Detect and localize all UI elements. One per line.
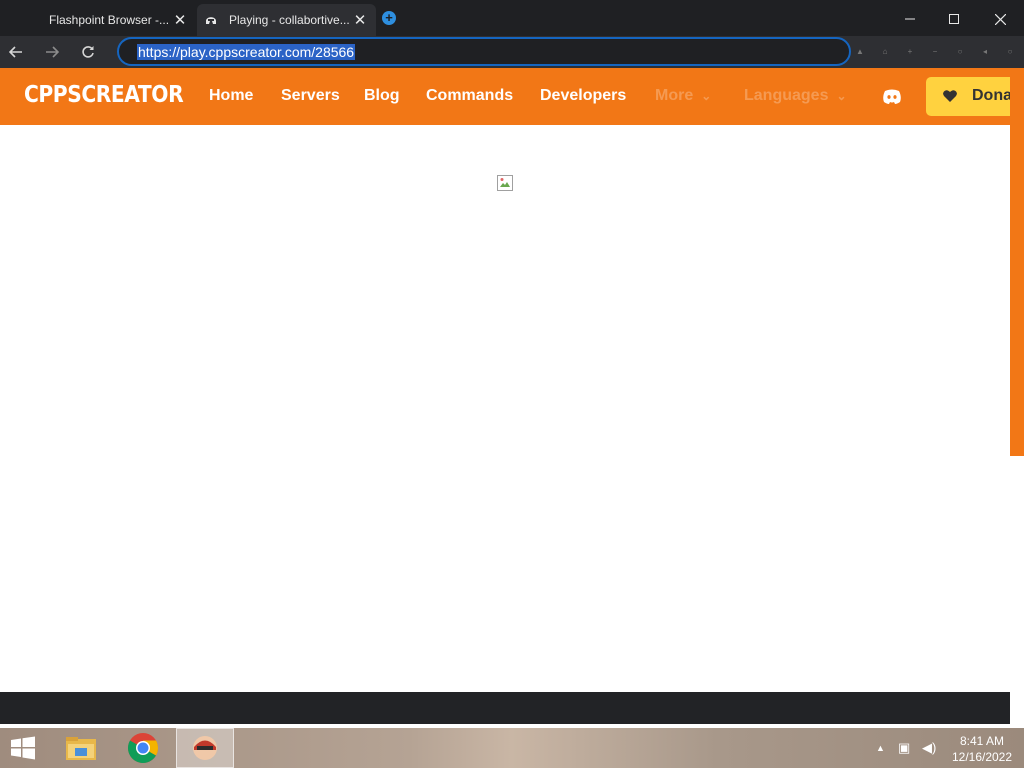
close-icon[interactable]: ✕ <box>352 12 368 29</box>
windows-logo-icon[interactable] <box>8 736 38 760</box>
site-navbar: CPPSCREATOR Home Servers Blog Commands D… <box>0 68 1010 125</box>
home-icon[interactable]: ⌂ <box>881 48 889 56</box>
tab-flashpoint-browser[interactable]: Flashpoint Browser -... ✕ <box>28 4 196 36</box>
wifi-icon[interactable]: ▣ <box>898 740 910 756</box>
nav-languages-dropdown[interactable]: Languages ⌄ <box>744 87 847 105</box>
nav-developers[interactable]: Developers <box>540 87 626 105</box>
donate-label: Donate <box>972 87 1010 104</box>
folder-icon <box>66 737 96 760</box>
reload-icon <box>82 46 94 58</box>
address-bar[interactable]: https://play.cppscreator.com/28566 <box>117 37 851 66</box>
donate-button[interactable]: Donate <box>926 77 1010 116</box>
heart-icon <box>943 90 957 102</box>
minus-icon[interactable]: − <box>931 48 939 56</box>
browser-toolbar: https://play.cppscreator.com/28566 ▲ ⌂ +… <box>0 36 1024 68</box>
screen: Flashpoint Browser -... ✕ Playing - coll… <box>0 0 1024 768</box>
tab-title: Playing - collabortive... <box>229 13 350 27</box>
helmet-icon <box>206 17 216 24</box>
toolbar-icon[interactable]: ▲ <box>856 48 864 56</box>
chevron-down-icon: ⌄ <box>701 89 712 103</box>
tray-arrow-icon[interactable]: ▲ <box>876 743 885 753</box>
url-text[interactable]: https://play.cppscreator.com/28566 <box>137 44 356 60</box>
taskbar-chrome[interactable] <box>114 728 172 768</box>
back-button[interactable] <box>5 41 27 63</box>
reload-button[interactable] <box>77 41 99 63</box>
back-arrow-icon <box>9 46 22 58</box>
maximize-icon <box>949 14 959 24</box>
nav-more-dropdown[interactable]: More ⌄ <box>655 87 711 105</box>
tab-title: Flashpoint Browser -... <box>49 13 170 27</box>
browser-tab-bar: Flashpoint Browser -... ✕ Playing - coll… <box>0 0 1024 36</box>
flashpoint-icon <box>193 736 217 760</box>
chevron-down-icon: ⌄ <box>836 89 847 103</box>
page-footer-bar <box>0 692 1010 724</box>
discord-icon[interactable] <box>882 88 902 105</box>
new-tab-icon[interactable]: + <box>382 11 396 25</box>
close-icon <box>994 13 1006 25</box>
forward-arrow-icon <box>46 46 59 58</box>
clock-date: 12/16/2022 <box>951 750 1013 764</box>
window-close-button[interactable] <box>978 6 1022 32</box>
nav-commands[interactable]: Commands <box>426 87 513 105</box>
maximize-button[interactable] <box>932 6 976 32</box>
circle-icon[interactable]: ○ <box>956 48 964 56</box>
circle-icon[interactable]: ○ <box>1006 48 1014 56</box>
nav-blog[interactable]: Blog <box>364 87 400 105</box>
forward-button[interactable] <box>41 41 63 63</box>
minimize-icon <box>905 18 915 20</box>
plus-icon[interactable]: + <box>906 48 914 56</box>
chrome-icon <box>127 733 159 764</box>
nav-servers[interactable]: Servers <box>281 87 340 105</box>
windows-taskbar: ▲ ▣ ◀) 8:41 AM 12/16/2022 <box>0 728 1024 768</box>
tab-playing[interactable]: Playing - collabortive... ✕ <box>197 4 376 36</box>
speaker-icon[interactable]: ◂ <box>981 48 989 56</box>
speaker-icon[interactable]: ◀) <box>922 740 936 756</box>
system-tray: ▲ ▣ ◀) <box>872 738 944 758</box>
close-icon[interactable]: ✕ <box>172 12 188 29</box>
nav-home[interactable]: Home <box>209 87 253 105</box>
page-scrollbar[interactable] <box>1010 68 1024 456</box>
broken-image-icon <box>497 175 513 191</box>
site-logo[interactable]: CPPSCREATOR <box>24 82 184 108</box>
taskbar-flashpoint[interactable] <box>176 728 234 768</box>
taskbar-file-explorer[interactable] <box>52 728 110 768</box>
nav-more-label: More <box>655 87 694 104</box>
nav-languages-label: Languages <box>744 87 829 104</box>
minimize-button[interactable] <box>888 6 932 32</box>
clock-time: 8:41 AM <box>959 734 1005 748</box>
taskbar-clock[interactable]: 8:41 AM 12/16/2022 <box>946 733 1018 765</box>
